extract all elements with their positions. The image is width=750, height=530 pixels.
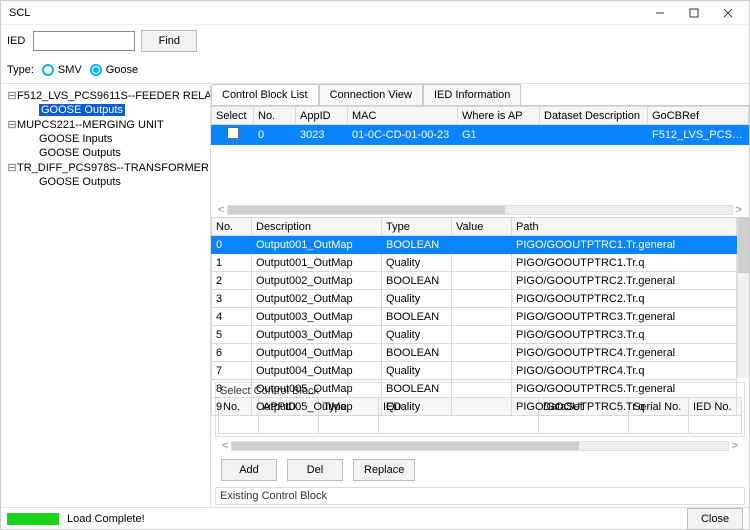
table-row[interactable]: 1Output001_OutMapQualityPIGO/GOOUTPTRC1.… — [212, 254, 737, 272]
type-label: Type: — [7, 64, 34, 76]
table-row[interactable]: 3Output002_OutMapQualityPIGO/GOOUTPTRC2.… — [212, 290, 737, 308]
tree-node[interactable]: ⊟MUPCS221--MERGING UNIT — [3, 117, 208, 132]
minimize-button[interactable] — [643, 2, 677, 24]
maximize-button[interactable] — [677, 2, 711, 24]
col-mac: MAC — [348, 107, 458, 125]
ied-label: IED — [7, 35, 25, 47]
tree-node-goose-outputs[interactable]: GOOSE Outputs — [3, 103, 208, 117]
col-dataset-desc: Dataset Description — [540, 107, 648, 125]
replace-button[interactable]: Replace — [353, 459, 415, 481]
table-row[interactable]: 0Output001_OutMapBOOLEANPIGO/GOOUTPTRC1.… — [212, 236, 737, 254]
table-row[interactable]: 8Output005_OutMapBOOLEANPIGO/GOOUTPTRC5.… — [212, 380, 737, 398]
dataset-table[interactable]: No. Description Type Value Path 0Output0… — [211, 217, 737, 416]
status-text: Load Complete! — [67, 513, 145, 525]
ied-search-input[interactable] — [33, 31, 135, 51]
del-button[interactable]: Del — [287, 459, 343, 481]
vertical-scrollbar[interactable] — [737, 217, 749, 378]
table-row[interactable]: 0 3023 01-0C-CD-01-00-23 G1 F512_LVS_PCS… — [212, 125, 749, 145]
tree-node[interactable]: ⊟TR_DIFF_PCS978S--TRANSFORMER RELAY — [3, 160, 208, 175]
ied-tree[interactable]: ⊟F512_LVS_PCS9611S--FEEDER RELAY GOOSE O… — [1, 84, 211, 507]
tab-control-block-list[interactable]: Control Block List — [211, 84, 319, 105]
scroll-left-icon[interactable]: < — [215, 204, 227, 216]
table-row[interactable]: 7Output004_OutMapQualityPIGO/GOOUTPTRC4.… — [212, 362, 737, 380]
ds-col-desc: Description — [252, 218, 382, 236]
col-gocbref: GoCBRef — [648, 107, 749, 125]
row-select-checkbox[interactable] — [227, 127, 239, 139]
table-row[interactable]: 2Output002_OutMapBOOLEANPIGO/GOOUTPTRC2.… — [212, 272, 737, 290]
tab-ied-information[interactable]: IED Information — [423, 84, 521, 105]
find-button[interactable]: Find — [141, 30, 197, 52]
horizontal-scrollbar[interactable]: < > — [215, 439, 745, 453]
col-where-ap: Where is AP — [458, 107, 540, 125]
table-row[interactable]: 4Output003_OutMapBOOLEANPIGO/GOOUTPTRC3.… — [212, 308, 737, 326]
control-block-table[interactable]: Select No. AppID MAC Where is AP Dataset… — [211, 106, 749, 145]
ds-col-value: Value — [452, 218, 512, 236]
scroll-right-icon[interactable]: > — [729, 440, 741, 452]
radio-goose[interactable]: Goose — [90, 64, 138, 76]
col-select: Select — [212, 107, 254, 125]
ds-col-no: No. — [212, 218, 252, 236]
col-no: No. — [254, 107, 296, 125]
radio-smv[interactable]: SMV — [42, 64, 82, 76]
add-button[interactable]: Add — [221, 459, 277, 481]
table-row[interactable]: 5Output003_OutMapQualityPIGO/GOOUTPTRC3.… — [212, 326, 737, 344]
progress-bar — [7, 513, 59, 525]
table-row[interactable]: 9Output005_OutMapQualityPIGO/GOOUTPTRC5.… — [212, 398, 737, 416]
scroll-right-icon[interactable]: > — [733, 204, 745, 216]
table-row[interactable] — [219, 416, 742, 434]
tree-node[interactable]: ⊟F512_LVS_PCS9611S--FEEDER RELAY — [3, 88, 208, 103]
close-window-button[interactable] — [711, 2, 745, 24]
window-title: SCL — [9, 7, 643, 19]
tree-node-goose-inputs[interactable]: GOOSE Inputs — [3, 132, 208, 146]
tree-node-goose-outputs[interactable]: GOOSE Outputs — [3, 146, 208, 160]
close-button[interactable]: Close — [687, 508, 743, 530]
horizontal-scrollbar[interactable]: < > — [211, 203, 749, 217]
col-appid: AppID — [296, 107, 348, 125]
table-row[interactable]: 6Output004_OutMapBOOLEANPIGO/GOOUTPTRC4.… — [212, 344, 737, 362]
tab-connection-view[interactable]: Connection View — [319, 84, 423, 105]
tree-node-goose-outputs[interactable]: GOOSE Outputs — [3, 175, 208, 189]
scroll-left-icon[interactable]: < — [219, 440, 231, 452]
ds-col-type: Type — [382, 218, 452, 236]
existing-control-block-label: Existing Control Block — [218, 490, 742, 502]
ds-col-path: Path — [512, 218, 737, 236]
